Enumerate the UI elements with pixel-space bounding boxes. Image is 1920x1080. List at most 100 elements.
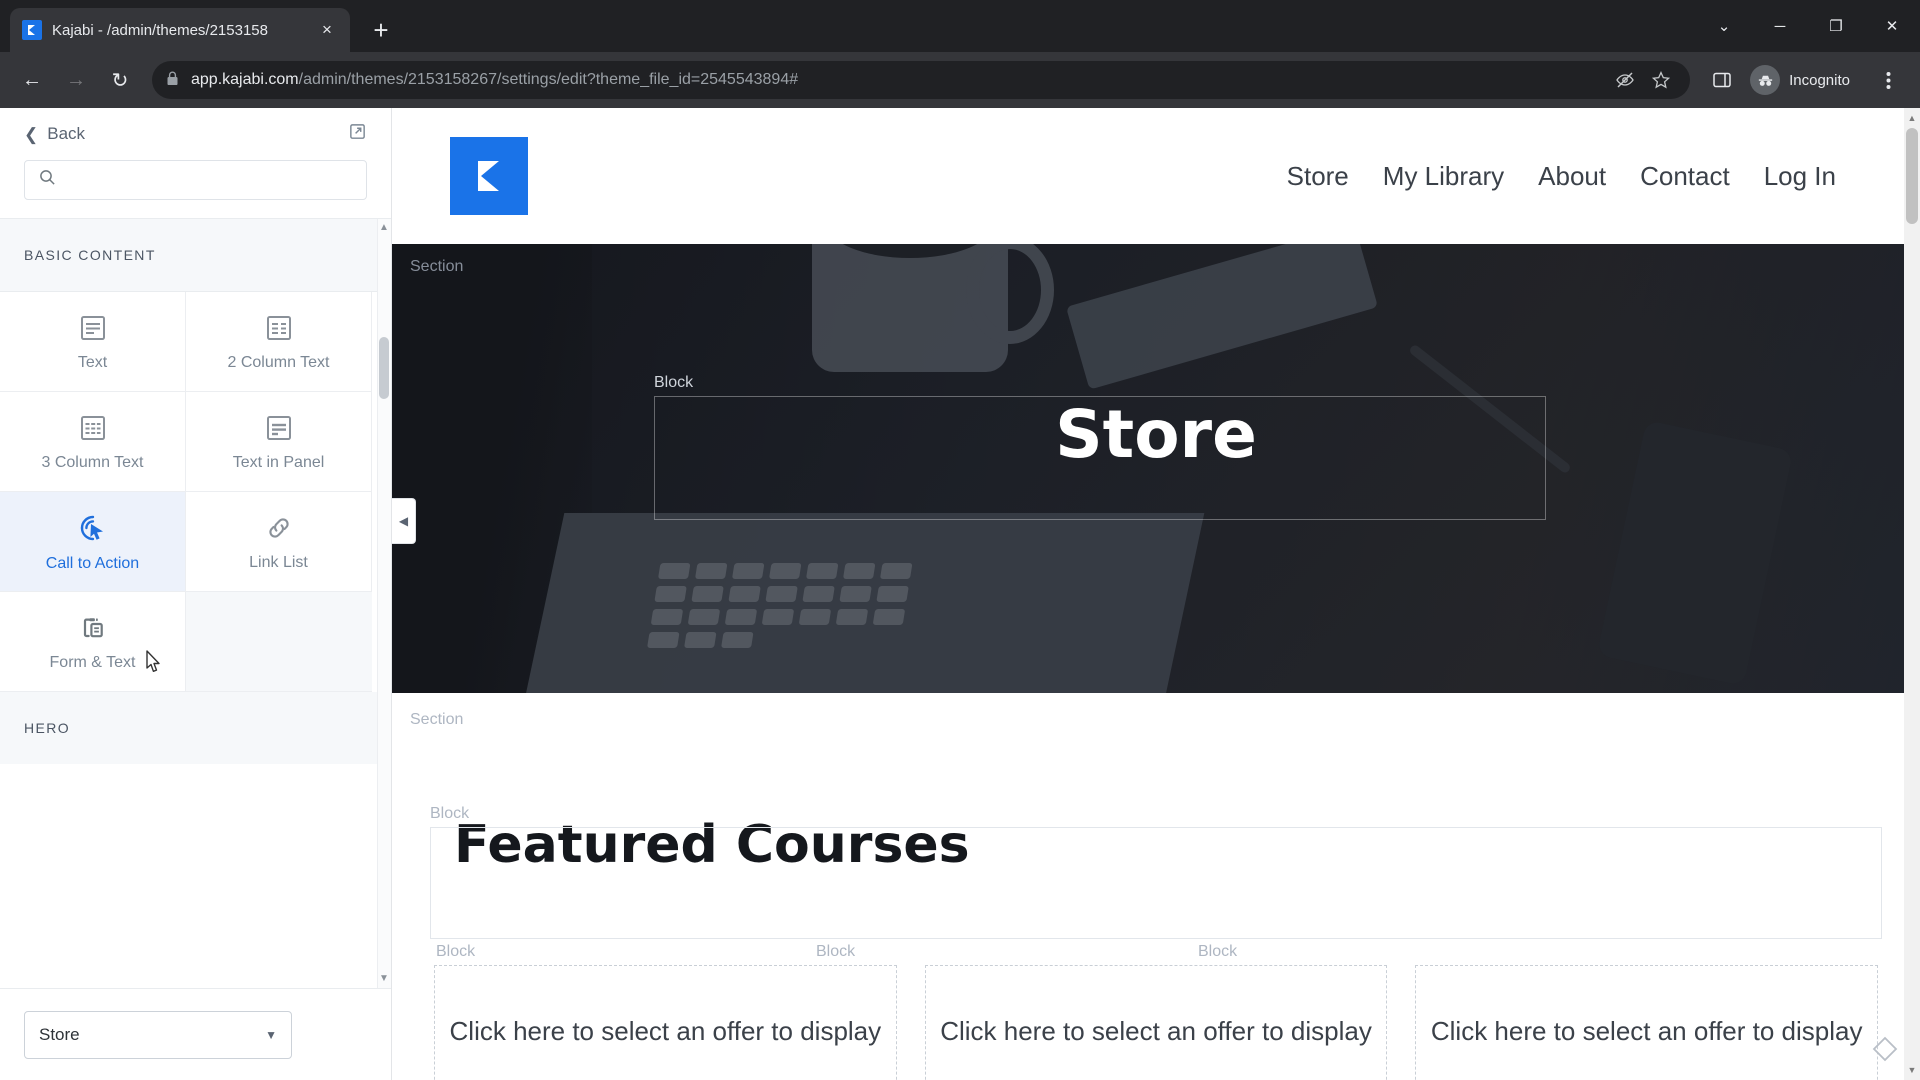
theme-preview: Store My Library About Contact Log In Se… <box>392 108 1920 1080</box>
featured-heading-block-outline[interactable] <box>430 827 1882 939</box>
form-and-text-icon <box>77 612 109 644</box>
site-header: Store My Library About Contact Log In <box>392 108 1920 244</box>
profile-label: Incognito <box>1789 71 1850 89</box>
tab-strip: Kajabi - /admin/themes/2153158 × + ⌄ ─ ❐… <box>0 0 1920 52</box>
sidebar-scrollbar[interactable]: ▲ ▼ <box>377 219 391 988</box>
browser-window: Kajabi - /admin/themes/2153158 × + ⌄ ─ ❐… <box>0 0 1920 1080</box>
page-select[interactable]: Store ▼ <box>24 1010 292 1059</box>
address-bar[interactable]: app.kajabi.com/admin/themes/2153158267/s… <box>152 61 1691 99</box>
block-item-text[interactable]: Text <box>0 292 186 392</box>
browser-tab[interactable]: Kajabi - /admin/themes/2153158 × <box>10 8 350 52</box>
nav-link-about[interactable]: About <box>1538 161 1606 192</box>
offer-card[interactable]: Click here to select an offer to display <box>434 965 897 1080</box>
block-item-call-to-action[interactable]: Call to Action <box>0 492 186 592</box>
incognito-icon <box>1750 65 1781 95</box>
block-label: Form & Text <box>49 653 136 671</box>
nav-link-log-in[interactable]: Log In <box>1764 161 1836 192</box>
two-column-text-icon <box>263 312 295 344</box>
nav-link-store[interactable]: Store <box>1287 161 1349 192</box>
block-grid-basic-content: Text 2 Column Text 3 Column Text Text in… <box>0 291 391 692</box>
kebab-menu-icon[interactable] <box>1868 60 1908 100</box>
block-item-link-list[interactable]: Link List <box>186 492 372 592</box>
close-window-icon[interactable]: ✕ <box>1864 0 1920 52</box>
text-block-icon <box>77 312 109 344</box>
link-list-icon <box>263 512 295 544</box>
block-grid-empty-cell <box>186 592 372 692</box>
overlay-label-section: Section <box>410 258 464 275</box>
site-nav: Store My Library About Contact Log In <box>1287 161 1836 192</box>
block-item-form-and-text[interactable]: Form & Text <box>0 592 186 692</box>
kajabi-logo-icon[interactable] <box>450 137 528 215</box>
block-item-2-column-text[interactable]: 2 Column Text <box>186 292 372 392</box>
app-area: ❮ Back BASIC CONTENT Text 2 Column Text … <box>0 108 1920 1080</box>
block-label: 2 Column Text <box>227 353 330 371</box>
three-column-text-icon <box>77 412 109 444</box>
overlay-label-block: Block <box>816 943 856 960</box>
lock-icon <box>166 71 179 89</box>
block-label: 3 Column Text <box>41 453 144 471</box>
reload-button[interactable]: ↻ <box>100 60 140 100</box>
star-icon[interactable] <box>1646 65 1676 95</box>
sidebar-header: ❮ Back <box>0 108 391 160</box>
offer-card[interactable]: Click here to select an offer to display <box>924 965 1388 1080</box>
offer-card-placeholder: Click here to select an offer to display <box>449 1016 882 1046</box>
block-item-text-in-panel[interactable]: Text in Panel <box>186 392 372 492</box>
search-icon <box>39 169 56 191</box>
hero-section[interactable]: Section Block Store <box>392 244 1920 693</box>
overlay-label-block: Block <box>654 374 694 391</box>
hero-mug-image <box>812 244 1054 372</box>
tab-title: Kajabi - /admin/themes/2153158 <box>52 21 268 39</box>
side-panel-icon[interactable] <box>1702 60 1742 100</box>
preview-scrollbar-thumb[interactable] <box>1906 128 1918 224</box>
offer-card-placeholder: Click here to select an offer to display <box>940 1016 1372 1046</box>
forward-button[interactable]: → <box>56 60 96 100</box>
block-label: Link List <box>249 553 308 571</box>
overlay-label-block: Block <box>436 943 476 960</box>
block-label: Text <box>77 353 108 371</box>
sidebar-scrollbar-thumb[interactable] <box>379 337 389 399</box>
omnibox-actions <box>1610 65 1676 95</box>
overlay-label-block: Block <box>430 805 470 822</box>
new-tab-button[interactable]: + <box>364 13 398 47</box>
overlay-label-section: Section <box>410 711 464 728</box>
theme-editor-sidebar: ❮ Back BASIC CONTENT Text 2 Column Text … <box>0 108 392 1080</box>
url-text: app.kajabi.com/admin/themes/2153158267/s… <box>191 71 798 89</box>
scroll-down-arrow-icon[interactable]: ▼ <box>379 974 389 984</box>
scroll-up-arrow-icon[interactable]: ▲ <box>379 223 389 233</box>
block-item-3-column-text[interactable]: 3 Column Text <box>0 392 186 492</box>
profile-incognito-button[interactable]: Incognito <box>1746 62 1864 98</box>
text-in-panel-icon <box>263 412 295 444</box>
sidebar-search-wrap <box>0 160 391 218</box>
search-box[interactable] <box>24 160 367 200</box>
offer-card-placeholder: Click here to select an offer to display <box>1430 1016 1863 1046</box>
eye-off-icon[interactable] <box>1610 65 1640 95</box>
hero-paper-image <box>1065 244 1379 390</box>
close-tab-icon[interactable]: × <box>316 19 338 41</box>
back-button[interactable]: ← <box>12 60 52 100</box>
offer-card-list: Click here to select an offer to display… <box>434 965 1879 1080</box>
maximize-icon[interactable]: ❐ <box>1808 0 1864 52</box>
minimize-all-icon[interactable]: ⌄ <box>1696 0 1752 52</box>
scroll-down-arrow-icon[interactable]: ▼ <box>1907 1065 1917 1075</box>
url-domain: app.kajabi.com <box>191 71 299 88</box>
nav-link-contact[interactable]: Contact <box>1640 161 1730 192</box>
group-header-hero: HERO <box>0 692 391 764</box>
search-input[interactable] <box>66 171 352 189</box>
open-in-new-icon[interactable] <box>348 122 367 146</box>
minimize-icon[interactable]: ─ <box>1752 0 1808 52</box>
sidebar-footer: Store ▼ <box>0 988 391 1080</box>
hero-keyboard-image <box>647 563 941 648</box>
offer-card[interactable]: Click here to select an offer to display <box>1415 965 1879 1080</box>
chevron-left-icon: ❮ <box>24 124 39 144</box>
nav-link-my-library[interactable]: My Library <box>1383 161 1504 192</box>
url-path: /admin/themes/2153158267/settings/edit?t… <box>298 71 799 88</box>
back-label: Back <box>47 124 86 143</box>
scroll-up-arrow-icon[interactable]: ▲ <box>1907 113 1917 123</box>
back-link[interactable]: ❮ Back <box>24 124 85 144</box>
block-label: Text in Panel <box>232 453 325 471</box>
block-library: BASIC CONTENT Text 2 Column Text 3 Colum… <box>0 218 391 988</box>
collapse-sidebar-toggle[interactable]: ◀ <box>392 498 416 544</box>
featured-courses-section[interactable]: Section Block Featured Courses Block Blo… <box>392 693 1920 1080</box>
block-label: Call to Action <box>45 554 140 572</box>
preview-scrollbar[interactable]: ▲ ▼ <box>1904 108 1920 1080</box>
